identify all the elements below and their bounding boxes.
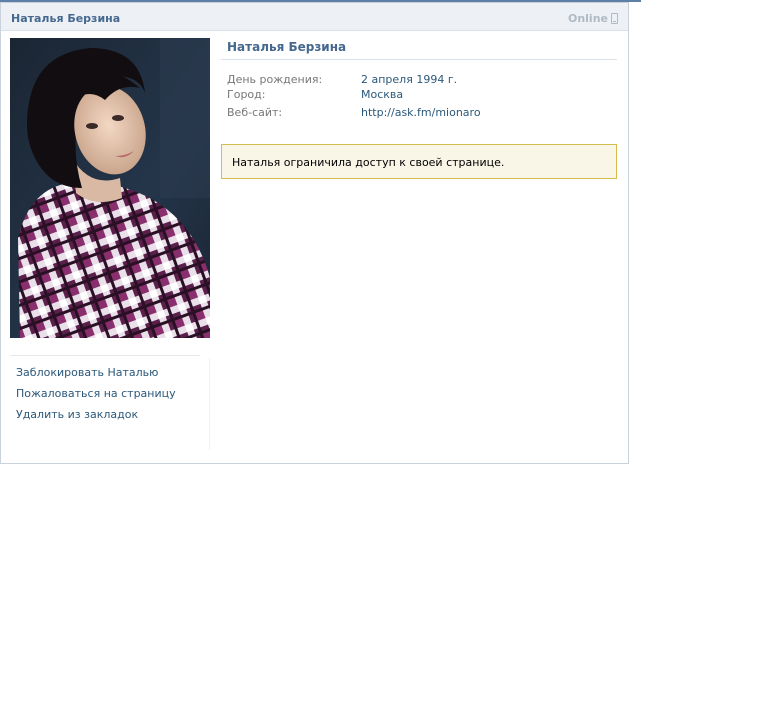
profile-photo-image bbox=[10, 38, 210, 338]
report-page-link[interactable]: Пожаловаться на страницу bbox=[16, 387, 176, 400]
online-status: Online bbox=[568, 12, 618, 25]
online-status-label: Online bbox=[567, 12, 608, 25]
panel-header: Наталья Берзина Online bbox=[1, 3, 628, 31]
block-user-link[interactable]: Заблокировать Наталью bbox=[16, 366, 176, 379]
website-label: Веб-сайт: bbox=[227, 106, 283, 119]
restricted-access-notice: Наталья ограничила доступ к своей страни… bbox=[221, 144, 617, 179]
profile-photo[interactable] bbox=[10, 38, 210, 338]
column-vertical-divider bbox=[209, 358, 210, 450]
birthday-label: День рождения: bbox=[227, 73, 323, 86]
profile-name-divider bbox=[221, 59, 617, 60]
birthday-value[interactable]: 2 апреля 1994 г. bbox=[361, 73, 457, 86]
left-column-divider bbox=[10, 355, 200, 356]
profile-name: Наталья Берзина bbox=[227, 40, 347, 54]
profile-actions: Заблокировать Наталью Пожаловаться на ст… bbox=[16, 366, 176, 429]
city-value[interactable]: Москва bbox=[361, 88, 403, 101]
restricted-access-text: Наталья ограничила доступ к своей страни… bbox=[232, 156, 505, 169]
city-label: Город: bbox=[227, 88, 266, 101]
header-user-name[interactable]: Наталья Берзина bbox=[11, 12, 120, 25]
website-link[interactable]: http://ask.fm/mionaro bbox=[361, 106, 481, 119]
mobile-phone-icon bbox=[611, 13, 618, 24]
remove-bookmark-link[interactable]: Удалить из закладок bbox=[16, 408, 176, 421]
